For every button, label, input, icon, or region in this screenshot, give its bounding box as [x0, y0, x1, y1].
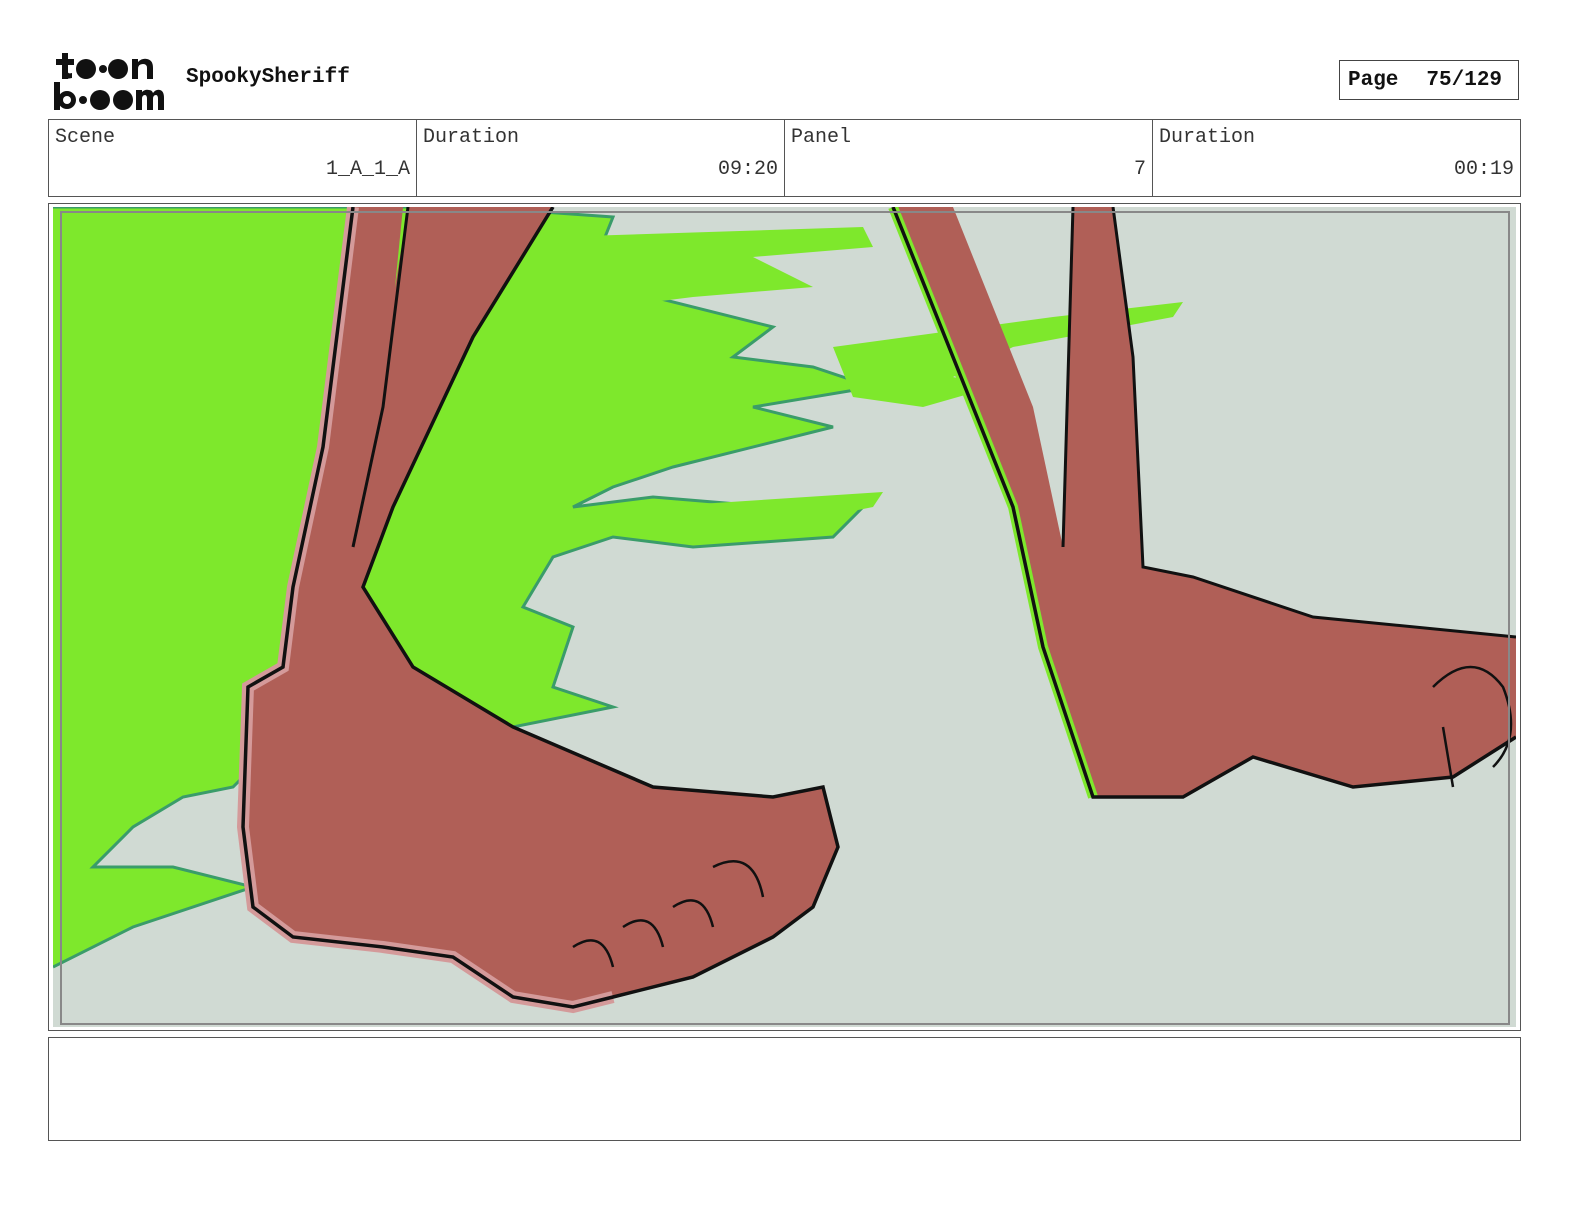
panel-notes [48, 1037, 1521, 1141]
panel-duration-value: 00:19 [1453, 158, 1514, 181]
page-indicator: Page 75/129 [1339, 60, 1519, 100]
panel-illustration [53, 207, 1516, 1027]
scene-duration-cell: Duration 09:20 [417, 120, 785, 196]
panel-duration-cell: Duration 00:19 [1153, 120, 1520, 196]
scene-value: 1_A_1_A [325, 158, 410, 181]
panel-info-table: Scene 1_A_1_A Duration 09:20 Panel 7 Dur… [48, 119, 1521, 197]
page-number: 75/129 [1426, 68, 1503, 92]
scene-duration-label: Duration [423, 126, 520, 149]
storyboard-panel [48, 203, 1521, 1031]
project-title: SpookySheriff [186, 66, 350, 89]
panel-duration-label: Duration [1159, 126, 1256, 149]
panel-cell: Panel 7 [785, 120, 1153, 196]
scene-duration-value: 09:20 [717, 158, 778, 181]
panel-label: Panel [791, 126, 852, 149]
page-label: Page [1348, 68, 1399, 92]
panel-value: 7 [1133, 158, 1146, 181]
scene-label: Scene [55, 126, 116, 149]
scene-cell: Scene 1_A_1_A [49, 120, 417, 196]
toon-boom-logo [52, 50, 164, 112]
